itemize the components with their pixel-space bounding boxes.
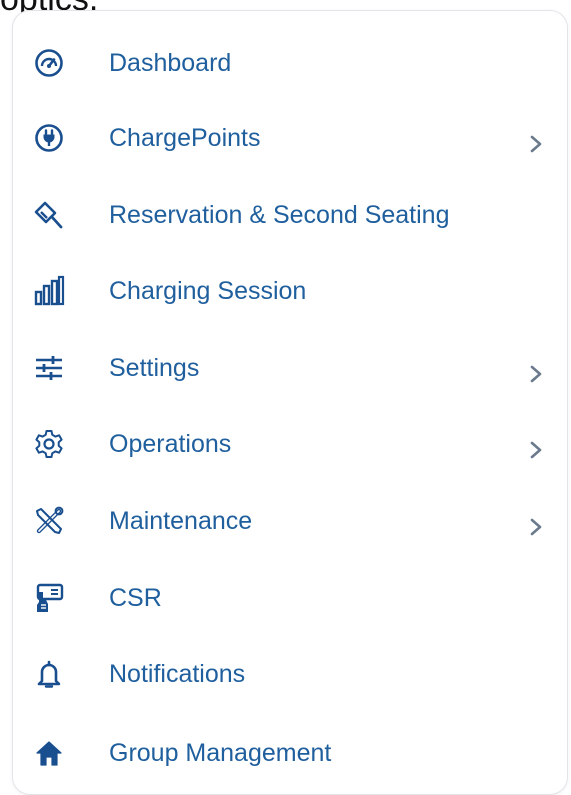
menu-item-settings[interactable]: Settings [13, 338, 569, 398]
chevron-right-icon[interactable] [527, 132, 545, 156]
bar-chart-icon [33, 275, 65, 307]
chevron-right-icon[interactable] [527, 362, 545, 386]
menu-item-operations[interactable]: Operations [13, 414, 569, 474]
menu-label-notifications: Notifications [109, 660, 246, 688]
menu-label-group-management: Group Management [109, 739, 332, 767]
bookmark-pen-icon [33, 199, 65, 231]
menu-item-dashboard[interactable]: Dashboard [13, 33, 569, 93]
menu-label-settings: Settings [109, 354, 200, 382]
menu-item-csr[interactable]: CSR [13, 568, 569, 628]
menu-label-operations: Operations [109, 430, 232, 458]
menu-label-charging-session: Charging Session [109, 277, 307, 305]
menu-item-maintenance[interactable]: Maintenance [13, 491, 569, 551]
sliders-icon [33, 352, 65, 384]
bell-icon [33, 658, 65, 690]
menu-item-chargepoints[interactable]: ChargePoints [13, 108, 569, 168]
plug-icon [33, 122, 65, 154]
home-icon [33, 737, 65, 769]
chevron-right-icon[interactable] [527, 438, 545, 462]
speedometer-icon [33, 47, 65, 79]
gear-icon [33, 428, 65, 460]
menu-item-notifications[interactable]: Notifications [13, 644, 569, 704]
menu-item-group-management[interactable]: Group Management [13, 723, 569, 783]
menu-label-maintenance: Maintenance [109, 507, 253, 535]
menu-label-csr: CSR [109, 584, 162, 612]
tools-icon [33, 505, 65, 537]
menu-label-chargepoints: ChargePoints [109, 124, 261, 152]
menu-item-charging-session[interactable]: Charging Session [13, 261, 569, 321]
sidebar-menu: Dashboard ChargePoints Reservation & Sec… [12, 10, 568, 795]
menu-item-reservation[interactable]: Reservation & Second Seating [13, 185, 569, 245]
menu-label-reservation: Reservation & Second Seating [109, 201, 450, 229]
menu-label-dashboard: Dashboard [109, 49, 232, 77]
terminal-hand-icon [33, 582, 65, 614]
chevron-right-icon[interactable] [527, 515, 545, 539]
